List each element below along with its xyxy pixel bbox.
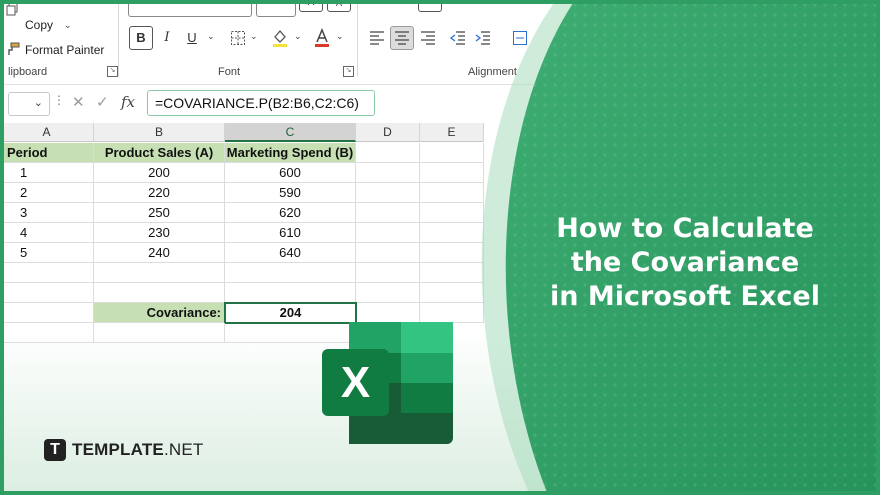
excel-logo-letter: X	[341, 358, 370, 407]
brand-name-bold: TEMPLATE	[72, 440, 164, 459]
page-title: How to Calculate the Covariance in Micro…	[540, 212, 830, 314]
excel-logo-icon: X	[322, 322, 453, 444]
brand-mark-icon: T	[44, 439, 66, 461]
title-line: the Covariance	[570, 247, 800, 278]
page: Copy ⌄ Format Painter lipboard ↘ A A B I…	[0, 0, 880, 495]
title-line: How to Calculate	[556, 213, 814, 244]
title-line: in Microsoft Excel	[550, 281, 820, 312]
brand-name-suffix: .NET	[163, 440, 204, 459]
brand-name: TEMPLATE.NET	[72, 440, 203, 460]
